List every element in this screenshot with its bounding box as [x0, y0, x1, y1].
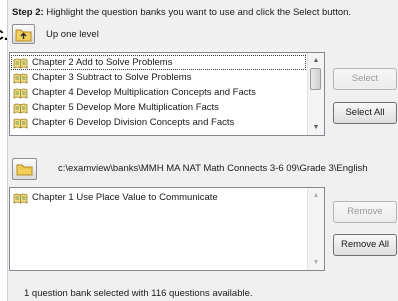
- step-instructions: Step 2: Highlight the question banks you…: [12, 7, 351, 18]
- folder-button[interactable]: [12, 158, 37, 180]
- available-banks-list[interactable]: Chapter 2 Add to Solve Problems Chapter 3…: [9, 52, 325, 136]
- select-all-button-label: Select All: [345, 107, 385, 118]
- question-bank-book-icon: [13, 118, 28, 129]
- remove-all-button-label: Remove All: [340, 239, 390, 250]
- up-one-level-label: Up one level: [46, 29, 99, 40]
- question-bank-label: Chapter 6 Develop Division Concepts and …: [32, 117, 235, 128]
- scroll-thumb[interactable]: [310, 68, 321, 90]
- status-text: 1 question bank selected with 116 questi…: [24, 288, 253, 299]
- folder-path: c:\examview\banks\MMH MA NAT Math Connec…: [58, 163, 368, 174]
- step-label: Step 2:: [12, 7, 44, 18]
- folder-up-icon: [15, 29, 32, 42]
- scroll-up-arrow-icon[interactable]: ▲: [308, 53, 324, 68]
- folder-icon: [16, 164, 33, 176]
- question-bank-item[interactable]: Chapter 5 Develop More Multiplication Fa…: [11, 100, 306, 115]
- left-window-edge: C.: [0, 0, 8, 301]
- remove-button[interactable]: Remove: [333, 201, 397, 223]
- select-button[interactable]: Select: [333, 68, 397, 90]
- available-banks-scrollbar[interactable]: ▲ ▼: [307, 53, 324, 135]
- question-bank-book-icon: [13, 193, 28, 204]
- select-all-button[interactable]: Select All: [333, 102, 397, 124]
- select-button-label: Select: [351, 73, 379, 84]
- up-one-level-button[interactable]: [12, 24, 35, 44]
- question-bank-item[interactable]: Chapter 1 Use Place Value to Communicate: [11, 190, 306, 205]
- remove-button-label: Remove: [347, 206, 383, 217]
- scroll-down-arrow-icon[interactable]: ▼: [308, 255, 324, 270]
- question-bank-item[interactable]: Chapter 4 Develop Multiplication Concept…: [11, 85, 306, 100]
- question-bank-label: Chapter 1 Use Place Value to Communicate: [32, 192, 218, 203]
- question-bank-label: Chapter 2 Add to Solve Problems: [32, 57, 173, 68]
- question-bank-label: Chapter 3 Subtract to Solve Problems: [32, 72, 192, 83]
- selected-banks-list[interactable]: Chapter 1 Use Place Value to Communicate…: [9, 187, 325, 271]
- selected-banks-items: Chapter 1 Use Place Value to Communicate: [11, 190, 306, 205]
- question-bank-dialog: C. Step 2: Highlight the question banks …: [0, 0, 398, 301]
- question-bank-book-icon: [13, 88, 28, 99]
- scroll-down-arrow-icon[interactable]: ▼: [308, 120, 324, 135]
- available-banks-items: Chapter 2 Add to Solve Problems Chapter 3…: [11, 55, 306, 130]
- question-bank-item[interactable]: Chapter 3 Subtract to Solve Problems: [11, 70, 306, 85]
- question-bank-book-icon: [13, 73, 28, 84]
- question-bank-book-icon: [13, 58, 28, 69]
- question-bank-label: Chapter 4 Develop Multiplication Concept…: [32, 87, 256, 98]
- question-bank-label: Chapter 5 Develop More Multiplication Fa…: [32, 102, 219, 113]
- scroll-up-arrow-icon[interactable]: ▲: [308, 188, 324, 203]
- step-instruction-text: Highlight the question banks you want to…: [46, 7, 352, 18]
- question-bank-item[interactable]: Chapter 6 Develop Division Concepts and …: [11, 115, 306, 130]
- window-edge-cutoff: C.: [0, 27, 8, 44]
- question-bank-item[interactable]: Chapter 2 Add to Solve Problems: [11, 55, 306, 70]
- selected-banks-scrollbar[interactable]: ▲ ▼: [307, 188, 324, 270]
- question-bank-book-icon: [13, 103, 28, 114]
- remove-all-button[interactable]: Remove All: [333, 234, 397, 256]
